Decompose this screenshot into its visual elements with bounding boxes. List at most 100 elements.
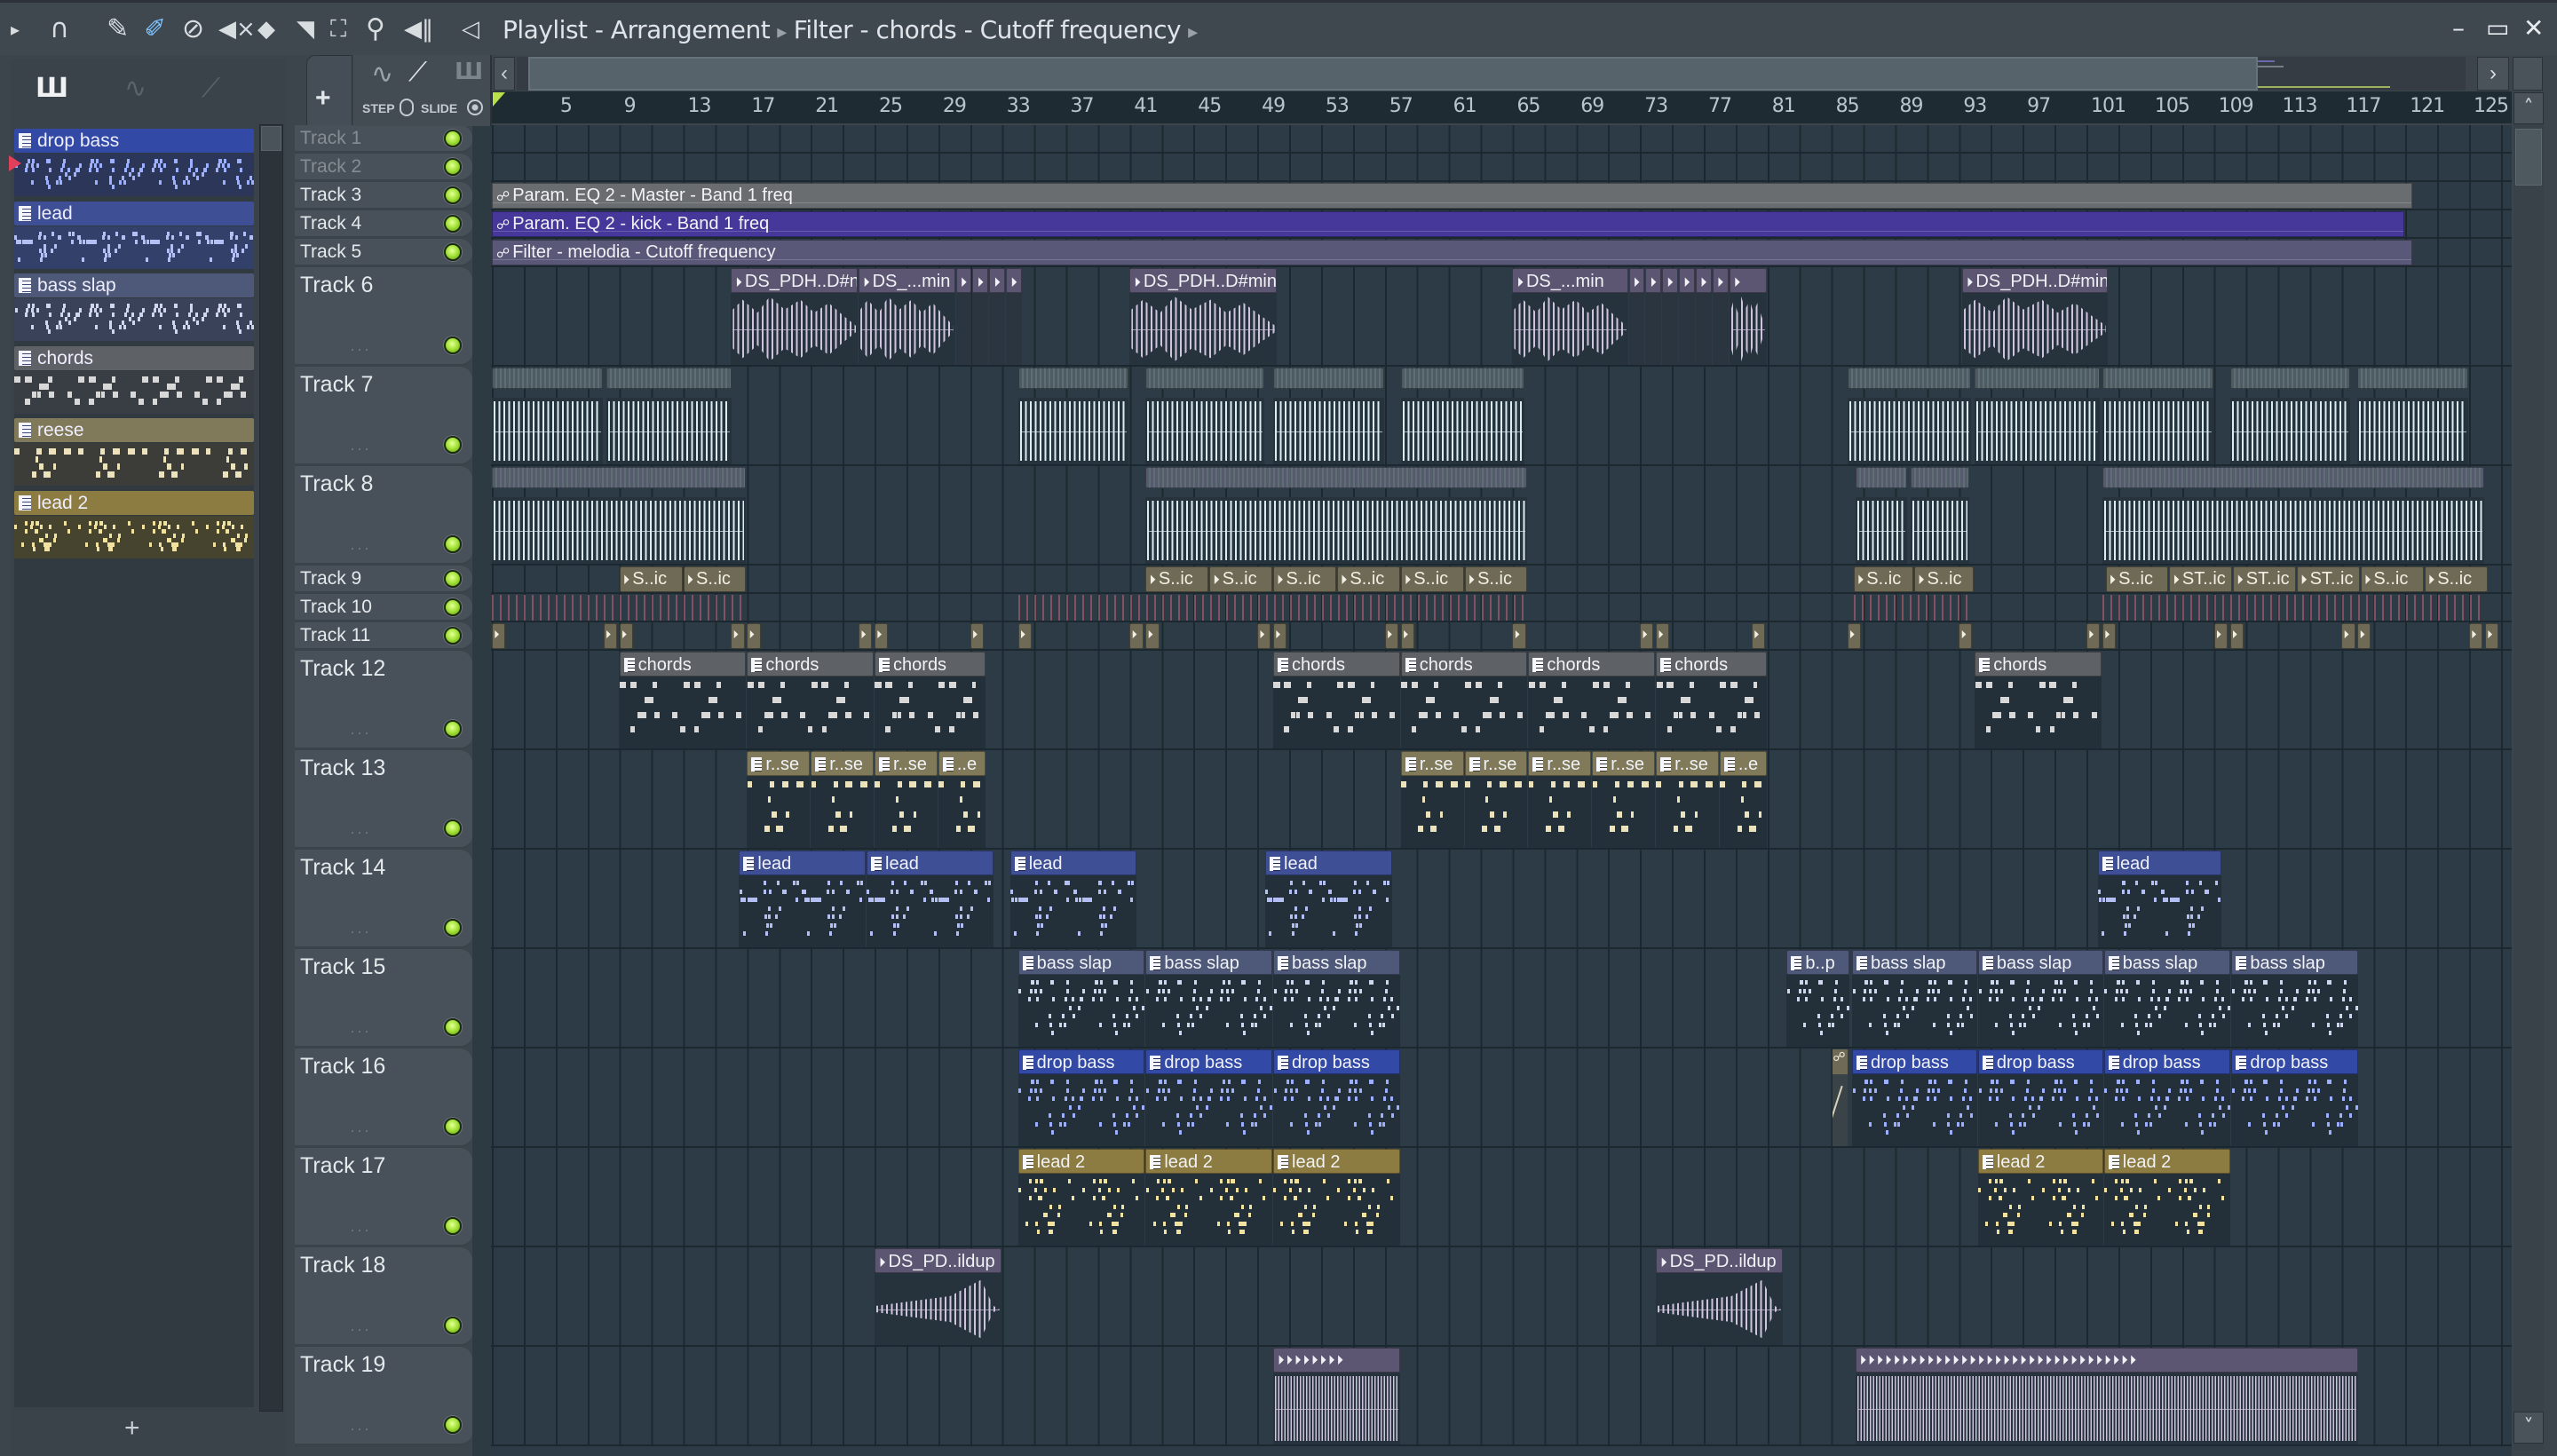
track-header-1[interactable]: Track 1 bbox=[295, 125, 472, 154]
clip-header[interactable]: ⏵ bbox=[1006, 268, 1023, 293]
clip-header[interactable]: drop bass bbox=[2103, 1049, 2231, 1074]
clip-lead2[interactable]: lead 2 bbox=[1977, 1149, 2103, 1246]
clip-hit[interactable]: ⏵ bbox=[492, 623, 506, 649]
clip-header[interactable]: ⏵ bbox=[1679, 268, 1695, 293]
clip-header[interactable]: ⏵ DS_PD..ildup bbox=[1656, 1248, 1783, 1273]
delete-icon[interactable]: ⊘ bbox=[182, 13, 204, 45]
vertical-scroll-thumb[interactable] bbox=[2515, 129, 2542, 186]
track-mute-led[interactable] bbox=[444, 535, 462, 553]
clip-header[interactable]: chords bbox=[1528, 652, 1656, 677]
clip-reese[interactable]: r..se bbox=[1528, 751, 1592, 848]
clip-audio6[interactable]: ⏵ bbox=[989, 268, 1006, 365]
clip-sic[interactable]: ⏵ S..ic bbox=[1464, 566, 1528, 592]
clip-reese[interactable]: r..se bbox=[747, 751, 811, 848]
clip-audio6[interactable]: ⏵ DS_PDH..D#min bbox=[1129, 268, 1278, 365]
clip-hit[interactable]: ⏵ bbox=[747, 623, 761, 649]
clip-lead[interactable]: lead bbox=[1009, 851, 1137, 947]
clip-header[interactable]: r..se bbox=[1464, 751, 1528, 776]
clip-hit[interactable]: ⏵ bbox=[970, 623, 984, 649]
clip-header[interactable]: drop bass bbox=[1977, 1049, 2103, 1074]
clip-audio6[interactable]: ⏵ bbox=[1679, 268, 1695, 365]
clip-audio6[interactable]: ⏵ DS_PDH..D#min bbox=[1961, 268, 2109, 365]
track-options-icon[interactable]: ··· bbox=[350, 1320, 371, 1339]
clip-reese[interactable]: r..se bbox=[811, 751, 875, 848]
track-name[interactable]: Track 10 bbox=[300, 597, 372, 618]
clip-audio6[interactable]: ⏵ bbox=[1729, 268, 1767, 365]
clip-header[interactable]: ⏵ bbox=[1645, 268, 1662, 293]
clip-header[interactable]: chords bbox=[1400, 652, 1528, 677]
clip-hit[interactable]: ⏵ bbox=[1384, 623, 1398, 649]
clip-header[interactable]: drop bass bbox=[1851, 1049, 1977, 1074]
pattern-list-scroll-thumb[interactable] bbox=[261, 126, 281, 151]
clip-header[interactable]: ⏵ bbox=[1628, 268, 1645, 293]
clip-header[interactable]: lead 2 bbox=[1017, 1149, 1145, 1174]
track-mute-led[interactable] bbox=[444, 158, 462, 176]
clip-hit[interactable]: ⏵ bbox=[2213, 623, 2228, 649]
track-header-9[interactable]: Track 9 bbox=[295, 566, 472, 594]
clip-header[interactable] bbox=[1017, 368, 1129, 389]
add-track-button[interactable]: + bbox=[315, 83, 331, 114]
clip-audio6[interactable]: ⏵ DS_...min bbox=[859, 268, 955, 365]
clip-hit[interactable]: ⏵ bbox=[731, 623, 745, 649]
clip-audio7[interactable] bbox=[1017, 368, 1129, 464]
clip-audio6[interactable]: ⏵ bbox=[1628, 268, 1645, 365]
clip-header[interactable] bbox=[1400, 368, 1524, 389]
track-header-19[interactable]: Track 19 ··· bbox=[295, 1347, 472, 1446]
clip-header[interactable]: lead bbox=[1009, 851, 1137, 875]
scroll-down-button[interactable]: ˅ bbox=[2513, 1412, 2544, 1444]
clip-header[interactable]: drop bass bbox=[1017, 1049, 1145, 1074]
clip-lead[interactable]: lead bbox=[739, 851, 867, 947]
clip-audio18[interactable]: ⏵ DS_PD..ildup bbox=[875, 1248, 1001, 1345]
clip-hit[interactable]: ⏵ bbox=[603, 623, 617, 649]
clip-bass-slap[interactable]: bass slap bbox=[1977, 950, 2103, 1047]
track-header-8[interactable]: Track 8 ··· bbox=[295, 466, 472, 566]
speaker-icon[interactable]: ◁ bbox=[462, 13, 479, 45]
track-options-icon[interactable]: ··· bbox=[350, 539, 371, 558]
pattern-list-scrollbar[interactable] bbox=[259, 124, 283, 1412]
clip-hits[interactable] bbox=[1853, 595, 1975, 621]
track-header-5[interactable]: Track 5 bbox=[295, 239, 472, 267]
timeline-ruler[interactable]: 5 9 13 17 21 25 29 33 37 41 45 49 53 57 61 65 69 73 77 81 85… bbox=[491, 91, 2512, 123]
clip-header[interactable] bbox=[492, 368, 603, 389]
clip-reese[interactable]: r..se bbox=[1592, 751, 1656, 848]
track-name[interactable]: Track 3 bbox=[300, 185, 361, 206]
magnet-snap-icon[interactable]: ∩ bbox=[50, 13, 69, 45]
track-name[interactable]: Track 2 bbox=[300, 156, 361, 178]
clip-header[interactable]: bass slap bbox=[1145, 950, 1273, 975]
overview-view-window[interactable] bbox=[528, 57, 2258, 91]
clip-header[interactable]: r..se bbox=[1592, 751, 1656, 776]
playback-icon[interactable]: ◀‖ bbox=[404, 13, 433, 45]
track-header-3[interactable]: Track 3 bbox=[295, 182, 472, 210]
track-header-17[interactable]: Track 17 ··· bbox=[295, 1148, 472, 1247]
clip-audio6[interactable]: ⏵ bbox=[972, 268, 989, 365]
clip-bass-slap[interactable]: bass slap bbox=[1145, 950, 1273, 1047]
track-name[interactable]: Track 9 bbox=[300, 568, 361, 590]
zoom-handle[interactable] bbox=[2513, 57, 2543, 91]
clip-header[interactable]: ⏵ bbox=[1729, 268, 1767, 293]
clip-lead2[interactable]: lead 2 bbox=[1017, 1149, 1145, 1246]
clip-header[interactable]: ⏵ DS_...min bbox=[859, 268, 955, 293]
clip-audio19[interactable]: ⏵⏵⏵⏵⏵⏵⏵⏵ bbox=[1273, 1348, 1400, 1444]
clip-hit[interactable]: ⏵ bbox=[2357, 623, 2371, 649]
vertical-scrollbar[interactable] bbox=[2513, 91, 2544, 1450]
track-mute-led[interactable] bbox=[444, 1217, 462, 1235]
clip-header[interactable]: ⏵ bbox=[1695, 268, 1712, 293]
track-header-13[interactable]: Track 13 ··· bbox=[295, 750, 472, 850]
clip-hit[interactable]: ⏵ bbox=[619, 623, 633, 649]
track-mute-led[interactable] bbox=[444, 130, 462, 147]
track-options-icon[interactable]: ··· bbox=[350, 1221, 371, 1239]
clip-audio7[interactable] bbox=[1847, 368, 1971, 464]
clip-header[interactable]: bass slap bbox=[2103, 950, 2231, 975]
track-name[interactable]: Track 14 bbox=[300, 855, 385, 881]
clip-sic[interactable]: ⏵ S..ic bbox=[1273, 566, 1336, 592]
clip-hit[interactable]: ⏵ bbox=[1400, 623, 1414, 649]
clip-audio6[interactable]: ⏵ bbox=[1712, 268, 1729, 365]
clip-sic[interactable]: ⏵ S..ic bbox=[1914, 566, 1975, 592]
audio-wave-icon[interactable]: ∿ bbox=[371, 59, 393, 90]
track-mute-led[interactable] bbox=[444, 919, 462, 937]
clip-header[interactable]: bass slap bbox=[1851, 950, 1977, 975]
track-name[interactable]: Track 4 bbox=[300, 213, 361, 234]
clip-header[interactable]: ⏵⏵⏵⏵⏵⏵⏵⏵⏵⏵⏵⏵⏵⏵⏵⏵⏵⏵⏵⏵⏵⏵⏵⏵⏵⏵⏵⏵⏵⏵⏵⏵⏵ bbox=[1855, 1348, 2359, 1373]
clip-chords[interactable]: chords bbox=[875, 652, 986, 748]
track-mute-led[interactable] bbox=[444, 1416, 462, 1434]
